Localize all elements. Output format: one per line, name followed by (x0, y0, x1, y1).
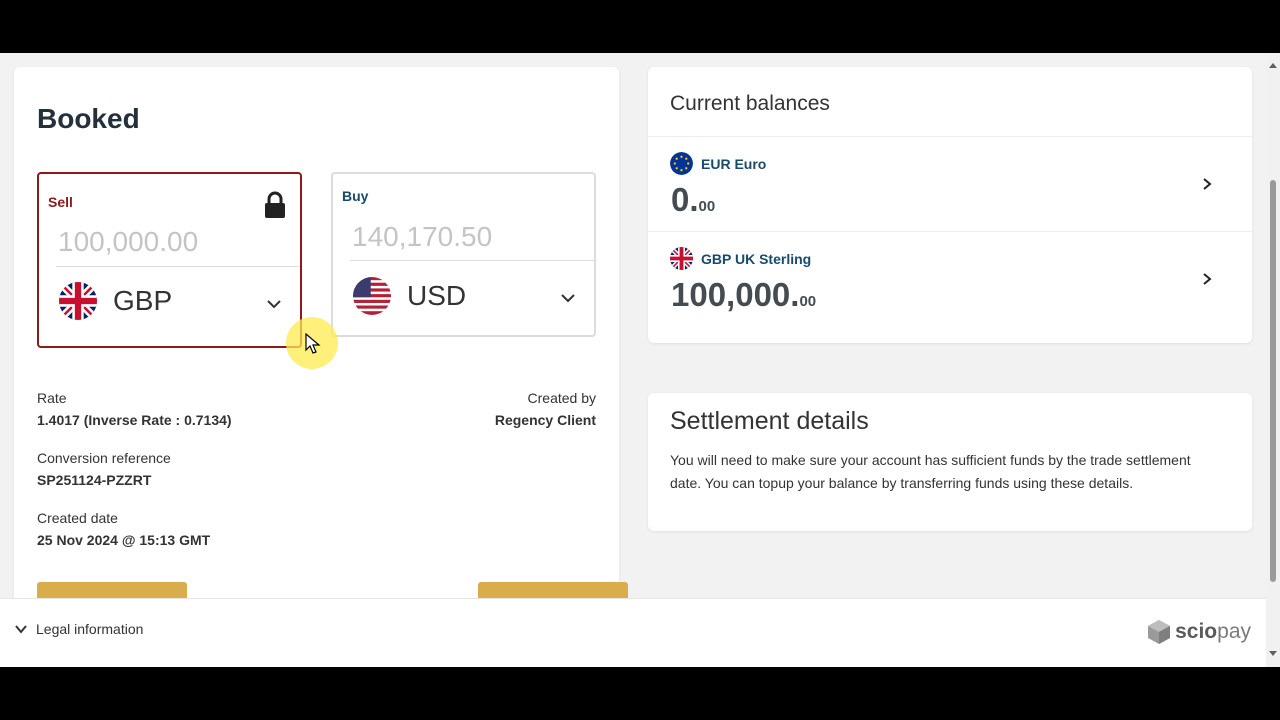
chevron-right-icon[interactable] (1200, 177, 1214, 191)
sell-divider (56, 266, 300, 267)
footer-bar: Legal information sciopay (0, 598, 1266, 667)
sell-label: Sell (48, 194, 73, 210)
balance-header: GBP UK Sterling (670, 247, 811, 270)
settlement-description: You will need to make sure your account … (670, 452, 1191, 491)
balance-amount: 100,000.00 (671, 276, 816, 314)
settlement-title: Settlement details (670, 407, 869, 435)
buy-currency-select[interactable]: USD (353, 277, 466, 315)
settlement-details-card: Settlement details You will need to make… (648, 393, 1252, 531)
buy-amount-input: 140,170.50 (352, 221, 493, 252)
conversion-reference-value: SP251124-PZZRT (37, 472, 152, 488)
sell-currency-code: GBP (113, 285, 173, 316)
buy-panel: Buy 140,170.50 USD (331, 172, 596, 337)
balance-decimals: 00 (698, 198, 716, 215)
sciopay-logo-text: sciopay (1175, 620, 1251, 644)
uk-flag-icon (59, 282, 97, 320)
balance-amount: 0.00 (671, 181, 715, 219)
buy-label: Buy (342, 188, 369, 204)
sell-amount-input: 100,000.00 (58, 226, 199, 257)
chevron-down-icon (15, 625, 27, 634)
us-flag-icon (353, 277, 391, 315)
balance-header: EUR Euro (670, 152, 766, 175)
conversion-reference-label: Conversion reference (37, 450, 171, 466)
rate-label: Rate (37, 390, 67, 406)
page-title: Booked (37, 103, 140, 134)
chevron-right-icon[interactable] (1200, 272, 1214, 286)
logo-suffix: pay (1217, 620, 1251, 643)
rate-info: Rate 1.4017 (Inverse Rate : 0.7134) (37, 390, 232, 428)
lock-icon (265, 191, 285, 218)
created-date-info: Created date 25 Nov 2024 @ 15:13 GMT (37, 510, 210, 548)
eu-flag-icon (670, 152, 693, 175)
scroll-up-arrow[interactable] (1269, 63, 1277, 68)
balance-decimals: 00 (799, 293, 817, 310)
sell-panel: Sell 100,000.00 GBP (37, 172, 302, 348)
balance-whole: 100,000. (671, 276, 800, 313)
created-date-label: Created date (37, 510, 118, 526)
balances-title: Current balances (670, 92, 830, 115)
balance-whole: 0. (671, 181, 699, 218)
balance-currency-name: EUR Euro (701, 155, 767, 172)
balance-row-gbp[interactable]: GBP UK Sterling 100,000.00 (648, 231, 1252, 326)
chevron-down-icon[interactable] (560, 290, 576, 306)
logo-prefix: scio (1175, 620, 1218, 643)
created-date-value: 25 Nov 2024 @ 15:13 GMT (37, 532, 211, 548)
cursor-icon (305, 333, 321, 354)
uk-flag-icon (670, 247, 693, 270)
balance-currency-name: GBP UK Sterling (701, 250, 812, 267)
legal-information-toggle[interactable]: Legal information (14, 621, 143, 637)
app-viewport: Booked Sell 100,000.00 GBP Buy 140,170.5… (0, 53, 1280, 667)
rate-value: 1.4017 (Inverse Rate : 0.7134) (37, 412, 232, 428)
buy-divider (350, 260, 594, 261)
conversion-reference-info: Conversion reference SP251124-PZZRT (37, 450, 171, 488)
page-scrollbar[interactable] (1266, 53, 1280, 667)
sell-currency-select[interactable]: GBP (59, 282, 172, 320)
created-by-label: Created by (527, 390, 596, 406)
buy-currency-code: USD (407, 280, 467, 311)
current-balances-card: Current balances EUR Euro 0.00 GBP UK St… (648, 67, 1252, 343)
scrollbar-thumb[interactable] (1270, 180, 1276, 582)
balance-row-eur[interactable]: EUR Euro 0.00 (648, 136, 1252, 231)
created-by-value: Regency Client (494, 412, 596, 428)
created-by-info: Created by Regency Client (495, 390, 596, 428)
sciopay-logo: sciopay (1147, 619, 1251, 645)
sciopay-logo-icon (1148, 620, 1171, 644)
legal-information-label: Legal information (36, 621, 144, 637)
scroll-down-arrow[interactable] (1269, 651, 1277, 656)
chevron-down-icon[interactable] (266, 296, 282, 312)
